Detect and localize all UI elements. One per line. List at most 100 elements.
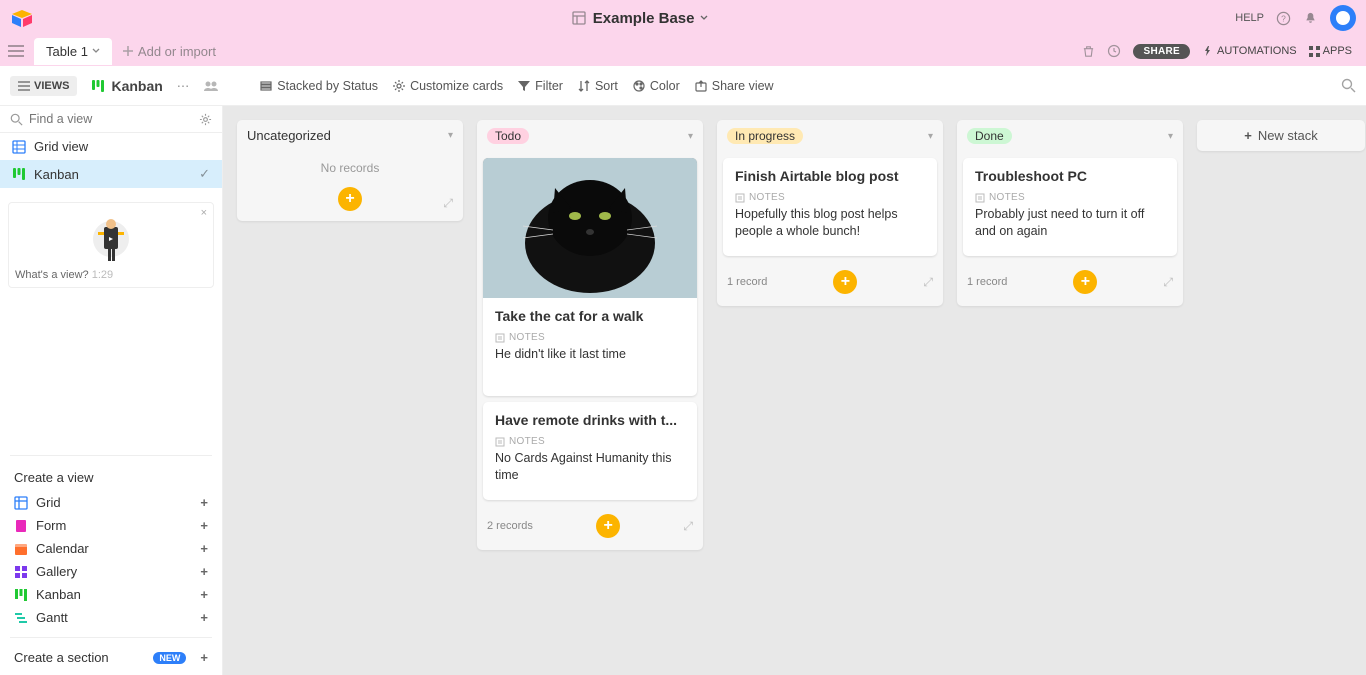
color-button[interactable]: Color (632, 79, 680, 93)
sort-button[interactable]: Sort (577, 79, 618, 93)
add-record-button[interactable]: + (1073, 270, 1097, 294)
sidebar-search[interactable] (0, 106, 222, 133)
stack-header[interactable]: Done ▾ (957, 120, 1183, 152)
plus-icon: + (200, 518, 208, 533)
find-view-input[interactable] (29, 112, 193, 126)
create-kanban[interactable]: Kanban+ (0, 583, 222, 606)
bell-icon[interactable] (1303, 11, 1318, 26)
create-calendar[interactable]: Calendar+ (0, 537, 222, 560)
filter-icon (517, 79, 531, 93)
plus-icon: + (200, 610, 208, 625)
share-button[interactable]: SHARE (1133, 44, 1190, 59)
add-tab-button[interactable]: Add or import (122, 44, 216, 59)
view-item-grid[interactable]: Grid view (0, 133, 222, 160)
automation-icon (1202, 45, 1214, 57)
grid-icon (14, 496, 28, 510)
form-icon (14, 519, 28, 533)
gear-icon[interactable] (199, 113, 212, 126)
add-record-button[interactable]: + (338, 187, 362, 211)
help-link[interactable]: HELP (1235, 12, 1264, 24)
tabs-bar: Table 1 Add or import SHARE AUTOMATIONS … (0, 36, 1366, 66)
record-count: 1 record (967, 276, 1007, 288)
plus-icon: + (200, 541, 208, 556)
notes-label: NOTES (495, 332, 685, 343)
add-record-button[interactable]: + (596, 514, 620, 538)
gantt-icon (14, 611, 28, 625)
trash-icon[interactable] (1082, 45, 1095, 58)
share-icon (694, 79, 708, 93)
create-section[interactable]: Create a section NEW + (0, 646, 222, 675)
no-records-label: No records (237, 151, 463, 181)
stack-header[interactable]: Uncategorized ▾ (237, 120, 463, 151)
gear-icon (392, 79, 406, 93)
expand-icon[interactable]: ⤢ (683, 519, 693, 534)
card-notes: Probably just need to turn it off and on… (975, 206, 1165, 240)
new-stack-button[interactable]: + New stack (1197, 120, 1365, 151)
collaborators-icon[interactable] (203, 80, 219, 92)
views-toggle[interactable]: VIEWS (10, 76, 77, 96)
expand-icon[interactable]: ⤢ (1163, 275, 1173, 290)
app-logo[interactable] (10, 6, 34, 30)
search-icon (10, 113, 23, 126)
svg-text:?: ? (1281, 13, 1286, 23)
calendar-icon (14, 542, 28, 556)
card-notes: He didn't like it last time (495, 346, 685, 380)
add-record-button[interactable]: + (833, 270, 857, 294)
apps-link[interactable]: APPS (1309, 45, 1352, 57)
stack-header[interactable]: Todo ▾ (477, 120, 703, 152)
kanban-card[interactable]: Take the cat for a walk NOTES He didn't … (483, 158, 697, 396)
expand-icon[interactable]: ⤢ (443, 196, 453, 211)
share-view-button[interactable]: Share view (694, 79, 774, 93)
card-notes: No Cards Against Humanity this time (495, 450, 685, 484)
kanban-card[interactable]: Troubleshoot PC NOTES Probably just need… (963, 158, 1177, 256)
stack-header[interactable]: In progress ▾ (717, 120, 943, 152)
chevron-down-icon[interactable]: ▾ (1168, 131, 1173, 142)
stacked-by-button[interactable]: Stacked by Status (259, 79, 378, 93)
base-name[interactable]: Example Base (593, 10, 695, 27)
view-toolbar: VIEWS Kanban ⋯ Stacked by Status Customi… (0, 66, 1366, 106)
create-grid[interactable]: Grid+ (0, 491, 222, 514)
view-menu-icon[interactable]: ⋯ (177, 78, 190, 93)
check-icon: ✓ (199, 166, 210, 182)
chevron-down-icon[interactable]: ▾ (928, 131, 933, 142)
base-icon (571, 10, 587, 26)
kanban-board[interactable]: Uncategorized ▾ No records + ⤢ Todo ▾ (223, 106, 1366, 675)
create-form[interactable]: Form+ (0, 514, 222, 537)
expand-icon[interactable]: ⤢ (923, 275, 933, 290)
record-count: 1 record (727, 276, 767, 288)
table-tab[interactable]: Table 1 (34, 38, 112, 65)
automations-link[interactable]: AUTOMATIONS (1202, 45, 1297, 57)
card-image (483, 158, 697, 298)
create-gantt[interactable]: Gantt+ (0, 606, 222, 629)
card-title: Finish Airtable blog post (735, 168, 925, 184)
customize-cards-button[interactable]: Customize cards (392, 79, 503, 93)
kanban-icon (91, 79, 105, 93)
history-icon[interactable] (1107, 44, 1121, 58)
list-icon (18, 81, 30, 91)
grid-icon (12, 140, 26, 154)
user-avatar[interactable] (1330, 5, 1356, 31)
card-title: Have remote drinks with t... (495, 412, 685, 428)
notes-label: NOTES (495, 436, 685, 447)
promo-card[interactable]: × What's a view? 1:29 (8, 202, 214, 288)
view-item-kanban[interactable]: Kanban ✓ (0, 160, 222, 188)
help-icon[interactable]: ? (1276, 11, 1291, 26)
chevron-down-icon[interactable]: ▾ (448, 130, 453, 141)
kanban-icon (14, 588, 28, 602)
filter-button[interactable]: Filter (517, 79, 563, 93)
plus-icon: + (200, 650, 208, 665)
card-title: Take the cat for a walk (495, 308, 685, 324)
chevron-down-icon[interactable]: ▾ (688, 131, 693, 142)
current-view-name[interactable]: Kanban (91, 78, 162, 94)
chevron-down-icon[interactable] (700, 14, 708, 22)
close-icon[interactable]: × (201, 207, 207, 219)
create-gallery[interactable]: Gallery+ (0, 560, 222, 583)
hamburger-icon[interactable] (8, 45, 26, 57)
plus-icon: + (200, 587, 208, 602)
search-icon[interactable] (1341, 78, 1356, 93)
apps-icon (1309, 46, 1320, 57)
kanban-card[interactable]: Finish Airtable blog post NOTES Hopefull… (723, 158, 937, 256)
kanban-card[interactable]: Have remote drinks with t... NOTES No Ca… (483, 402, 697, 500)
tab-label: Table 1 (46, 44, 88, 59)
stack-uncategorized: Uncategorized ▾ No records + ⤢ (237, 120, 463, 221)
